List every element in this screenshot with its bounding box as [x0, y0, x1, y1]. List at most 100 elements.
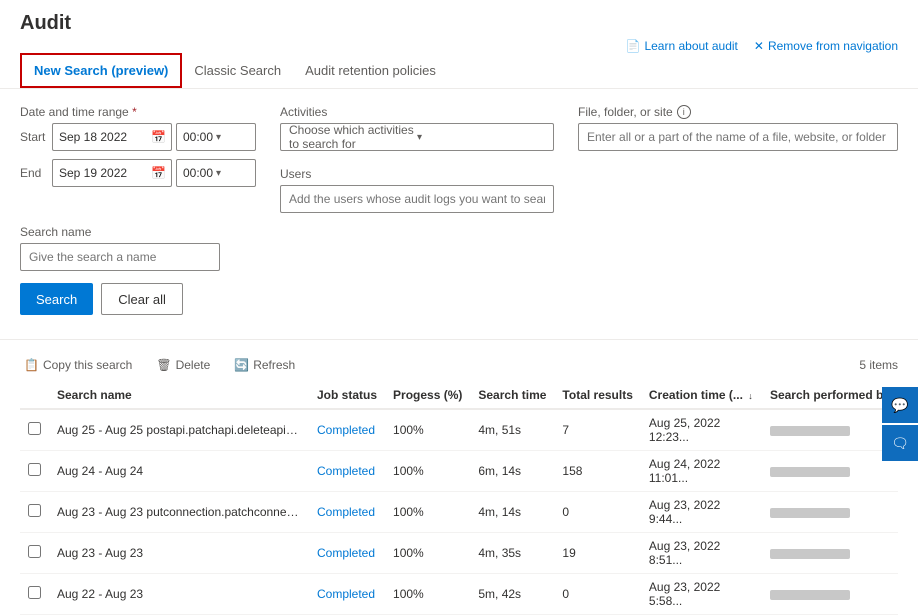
copy-search-button[interactable]: 📋 Copy this search — [20, 356, 136, 374]
row-performed-by-cell — [762, 574, 898, 615]
tab-new-search[interactable]: New Search (preview) — [20, 53, 182, 88]
end-date-input[interactable]: 📅 — [52, 159, 172, 187]
row-search-time-cell: 4m, 35s — [470, 533, 554, 574]
tab-retention-policies[interactable]: Audit retention policies — [293, 53, 448, 88]
row-checkbox-cell[interactable] — [20, 533, 49, 574]
top-bar: Audit Learn about audit Remove from navi… — [0, 0, 918, 35]
row-search-name-cell: Aug 25 - Aug 25 postapi.patchapi.deletea… — [49, 409, 309, 451]
row-progress-cell: 100% — [385, 533, 470, 574]
copy-icon: 📋 — [24, 358, 39, 372]
col-total-results[interactable]: Total results — [554, 382, 640, 409]
row-status-cell[interactable]: Completed — [309, 533, 385, 574]
end-date-field[interactable] — [59, 166, 147, 180]
form-area: Date and time range * Start 📅 00:00 ▾ En… — [0, 89, 918, 331]
row-performed-by-cell — [762, 533, 898, 574]
row-progress-cell: 100% — [385, 451, 470, 492]
end-label: End — [20, 166, 48, 180]
activities-users-group: Activities Choose which activities to se… — [280, 105, 554, 213]
refresh-icon: 🔄 — [234, 358, 249, 372]
tab-classic-search[interactable]: Classic Search — [182, 53, 293, 88]
row-performed-by-cell — [762, 492, 898, 533]
file-input[interactable] — [578, 123, 898, 151]
table-row: Aug 23 - Aug 23 putconnection.patchconne… — [20, 492, 898, 533]
chevron-down-icon-end: ▾ — [216, 168, 249, 179]
date-range-label: Date and time range * — [20, 105, 256, 119]
calendar-icon-end[interactable]: 📅 — [151, 166, 166, 180]
page-title: Audit — [20, 12, 71, 35]
clear-button[interactable]: Clear all — [101, 283, 183, 315]
items-count: 5 items — [859, 358, 898, 372]
start-date-input[interactable]: 📅 — [52, 123, 172, 151]
row-status-cell[interactable]: Completed — [309, 492, 385, 533]
book-icon: 📄 — [626, 39, 641, 53]
chevron-down-icon: ▾ — [216, 132, 249, 143]
row-status-cell[interactable]: Completed — [309, 451, 385, 492]
search-name-label: Search name — [20, 225, 898, 239]
tabs-bar: New Search (preview) Classic Search Audi… — [0, 53, 918, 89]
search-name-input[interactable] — [20, 243, 220, 271]
start-date-field[interactable] — [59, 130, 147, 144]
refresh-button[interactable]: 🔄 Refresh — [230, 356, 299, 374]
file-group: File, folder, or site i — [578, 105, 898, 151]
row-checkbox-cell[interactable] — [20, 574, 49, 615]
delete-icon: 🗑 — [156, 358, 171, 372]
row-checkbox-cell[interactable] — [20, 409, 49, 451]
col-creation-time[interactable]: Creation time (... ↓ — [641, 382, 762, 409]
users-input[interactable] — [280, 185, 554, 213]
row-search-time-cell: 4m, 14s — [470, 492, 554, 533]
row-progress-cell: 100% — [385, 409, 470, 451]
row-performed-by-cell — [762, 451, 898, 492]
file-label: File, folder, or site — [578, 105, 673, 119]
float-buttons: 💬 🗨 — [882, 387, 918, 461]
row-checkbox-cell[interactable] — [20, 451, 49, 492]
learn-about-audit-link[interactable]: 📄 Learn about audit — [626, 39, 738, 53]
row-checkbox-0[interactable] — [28, 422, 41, 435]
row-status-cell[interactable]: Completed — [309, 409, 385, 451]
row-checkbox-4[interactable] — [28, 586, 41, 599]
search-name-row: Search name — [20, 225, 898, 271]
chat-button[interactable]: 💬 — [882, 387, 918, 423]
row-checkbox-1[interactable] — [28, 463, 41, 476]
divider — [0, 339, 918, 340]
feedback-button[interactable]: 🗨 — [882, 425, 918, 461]
top-links-row: 📄 Learn about audit ✕ Remove from naviga… — [0, 35, 918, 53]
row-progress-cell: 100% — [385, 492, 470, 533]
table-header-row: Search name Job status Progess (%) Searc… — [20, 382, 898, 409]
row-total-results-cell: 19 — [554, 533, 640, 574]
row-search-name-cell: Aug 22 - Aug 23 — [49, 574, 309, 615]
row-creation-time-cell: Aug 25, 2022 12:23... — [641, 409, 762, 451]
col-progress[interactable]: Progess (%) — [385, 382, 470, 409]
row-total-results-cell: 0 — [554, 574, 640, 615]
button-row: Search Clear all — [20, 283, 898, 315]
row-creation-time-cell: Aug 23, 2022 8:51... — [641, 533, 762, 574]
row-creation-time-cell: Aug 23, 2022 9:44... — [641, 492, 762, 533]
row-search-name-cell: Aug 24 - Aug 24 — [49, 451, 309, 492]
toolbar-left: 📋 Copy this search 🗑 Delete 🔄 Refresh — [20, 356, 299, 374]
row-checkbox-2[interactable] — [28, 504, 41, 517]
row-total-results-cell: 7 — [554, 409, 640, 451]
table-row: Aug 22 - Aug 23 Completed 100% 5m, 42s 0… — [20, 574, 898, 615]
end-time-input[interactable]: 00:00 ▾ — [176, 159, 256, 187]
row-status-cell[interactable]: Completed — [309, 574, 385, 615]
activities-placeholder: Choose which activities to search for — [289, 123, 417, 151]
col-search-name[interactable]: Search name — [49, 382, 309, 409]
row-search-name-cell: Aug 23 - Aug 23 putconnection.patchconne… — [49, 492, 309, 533]
delete-button[interactable]: 🗑 Delete — [152, 356, 214, 374]
row-creation-time-cell: Aug 23, 2022 5:58... — [641, 574, 762, 615]
search-button[interactable]: Search — [20, 283, 93, 315]
row-search-time-cell: 6m, 14s — [470, 451, 554, 492]
info-icon[interactable]: i — [677, 105, 691, 119]
start-time-input[interactable]: 00:00 ▾ — [176, 123, 256, 151]
col-checkbox — [20, 382, 49, 409]
col-search-time[interactable]: Search time — [470, 382, 554, 409]
col-performed-by[interactable]: Search performed by — [762, 382, 898, 409]
table-row: Aug 24 - Aug 24 Completed 100% 6m, 14s 1… — [20, 451, 898, 492]
row-search-time-cell: 5m, 42s — [470, 574, 554, 615]
activities-select[interactable]: Choose which activities to search for ▾ — [280, 123, 554, 151]
calendar-icon[interactable]: 📅 — [151, 130, 166, 144]
col-job-status[interactable]: Job status — [309, 382, 385, 409]
row-checkbox-cell[interactable] — [20, 492, 49, 533]
end-time-value: 00:00 — [183, 166, 216, 180]
remove-from-nav-link[interactable]: ✕ Remove from navigation — [754, 39, 898, 53]
row-checkbox-3[interactable] — [28, 545, 41, 558]
